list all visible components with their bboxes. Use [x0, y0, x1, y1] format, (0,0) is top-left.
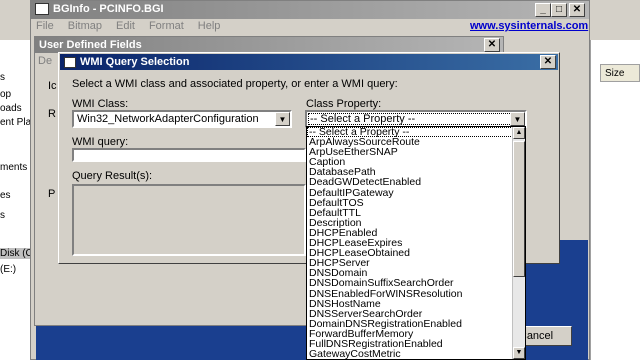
menu-help[interactable]: Help	[198, 20, 221, 32]
class-property-dropdown-list[interactable]: -- Select a Property -- ArpAlwaysSourceRo…	[306, 126, 526, 360]
wmi-titlebar: WMI Query Selection	[60, 54, 558, 70]
property-options: -- Select a Property -- ArpAlwaysSourceRo…	[307, 127, 525, 359]
folder-item[interactable]: s	[0, 210, 5, 221]
udf-close-button[interactable]: ✕	[484, 38, 500, 52]
bginfo-titlebar: BGInfo - PCINFO.BGI	[31, 1, 589, 19]
wmi-instruction: Select a WMI class and associated proper…	[72, 78, 398, 90]
menu-edit[interactable]: Edit	[116, 20, 135, 32]
close-button[interactable]: ✕	[569, 3, 585, 17]
wmi-class-combobox[interactable]: Win32_NetworkAdapterConfiguration ▼	[72, 110, 292, 128]
folder-item[interactable]: ments	[0, 162, 27, 173]
chevron-down-icon[interactable]: ▼	[275, 112, 290, 126]
query-result-box[interactable]	[72, 184, 306, 256]
menu-bitmap[interactable]: Bitmap	[68, 20, 102, 32]
wmi-dialog-icon	[64, 56, 76, 68]
folder-item[interactable]: s	[0, 72, 5, 83]
folder-item[interactable]: es	[0, 190, 11, 201]
query-result-label: Query Result(s):	[72, 170, 153, 182]
sysinternals-link[interactable]: www.sysinternals.com	[470, 20, 588, 32]
menu-format[interactable]: Format	[149, 20, 184, 32]
udf-tab[interactable]: De	[38, 55, 52, 67]
folder-item[interactable]: oads	[0, 103, 22, 114]
bginfo-title: BGInfo - PCINFO.BGI	[53, 3, 164, 15]
wmi-query-input[interactable]	[72, 148, 306, 162]
menu-file[interactable]: File	[36, 20, 54, 32]
scroll-up-icon[interactable]: ▲	[513, 127, 525, 139]
class-property-label: Class Property:	[306, 98, 382, 110]
property-option[interactable]: DNSDomainSuffixSearchOrder	[307, 278, 525, 289]
size-column-header[interactable]: Size	[600, 64, 640, 82]
folder-item-drive-e[interactable]: (E:)	[0, 264, 16, 275]
bginfo-side-label: P	[48, 188, 56, 200]
bginfo-side-label: R	[48, 108, 56, 120]
scroll-thumb[interactable]	[513, 141, 525, 277]
bginfo-app-icon	[35, 3, 49, 16]
bginfo-side-label: Ic	[48, 80, 57, 92]
maximize-button[interactable]: □	[551, 3, 567, 17]
wmi-query-label: WMI query:	[72, 136, 129, 148]
explorer-file-pane	[590, 40, 640, 360]
wmi-class-label: WMI Class:	[72, 98, 129, 110]
udf-title: User Defined Fields	[39, 39, 142, 51]
bginfo-menubar: File Bitmap Edit Format Help	[36, 20, 234, 34]
wmi-title: WMI Query Selection	[80, 56, 190, 68]
udf-titlebar: User Defined Fields	[35, 37, 503, 53]
wmi-class-value: Win32_NetworkAdapterConfiguration	[77, 113, 259, 125]
scroll-down-icon[interactable]: ▼	[513, 347, 525, 359]
wmi-close-button[interactable]: ✕	[540, 55, 556, 69]
class-property-value: -- Select a Property --	[310, 113, 416, 125]
property-option[interactable]: GatewayCostMetric	[307, 349, 525, 359]
folder-item[interactable]: op	[0, 89, 11, 100]
minimize-button[interactable]: _	[535, 3, 551, 17]
chevron-down-icon[interactable]: ▼	[510, 112, 525, 126]
dropdown-scrollbar[interactable]: ▲ ▼	[512, 127, 525, 359]
